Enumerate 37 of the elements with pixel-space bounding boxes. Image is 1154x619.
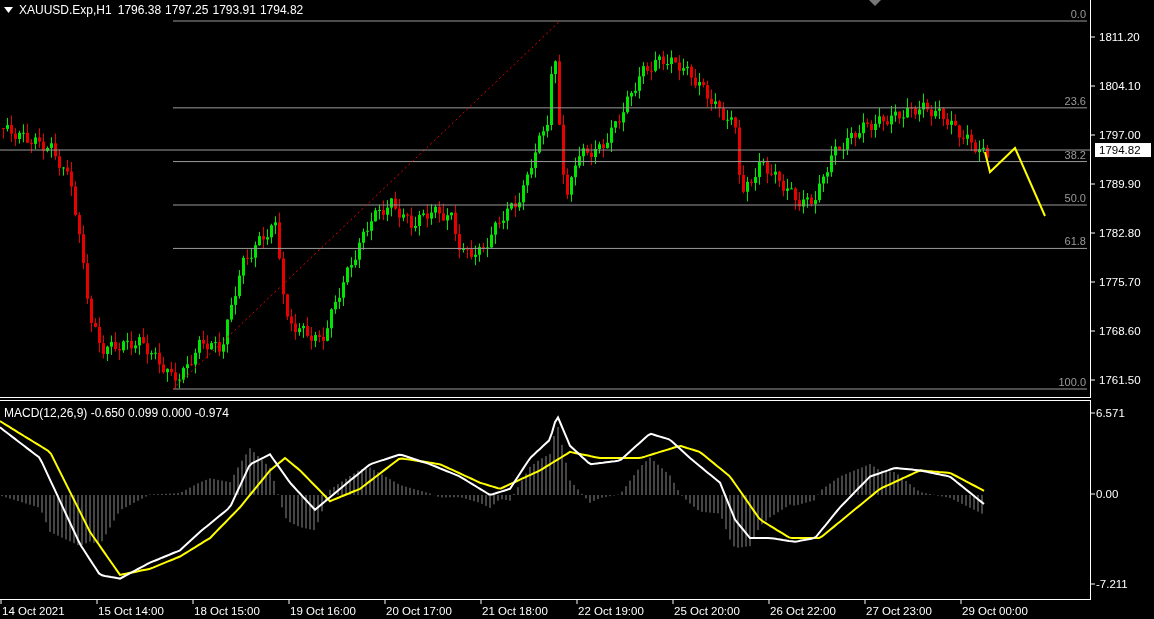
ohlc-value: 1797.25 [165,3,209,17]
shift-marker-icon [869,0,881,6]
macd-axis-label: 6.571 [1096,407,1125,419]
fib-level-label: 61.8 [1064,235,1086,248]
time-axis-label: 25 Oct 20:00 [674,605,740,617]
fib-level-label: 100.0 [1058,376,1086,388]
macd-axis-label: 0.00 [1096,488,1119,500]
current-price-label: 1794.82 [1095,143,1151,157]
price-axis-label: 1797.00 [1099,129,1141,141]
price-axis-label: 1768.60 [1099,325,1141,337]
macd-title: MACD(12,26,9) -0.650 0.099 0.000 -0.974 [4,406,229,420]
time-axis-label: 19 Oct 16:00 [290,605,356,617]
time-axis-label: 14 Oct 2021 [2,605,65,617]
fib-level-label: 38.2 [1064,148,1086,161]
price-axis-label: 1782.80 [1099,227,1141,239]
time-axis-label: 29 Oct 00:00 [962,605,1028,617]
price-axis-label: 1804.10 [1099,80,1141,92]
price-axis-label: 1761.50 [1099,374,1141,386]
time-axis-label: 26 Oct 22:00 [770,605,836,617]
price-axis-label: 1811.20 [1099,31,1140,43]
fib-level-label: 0.0 [1070,8,1086,20]
time-axis-label: 21 Oct 18:00 [482,605,548,617]
fib-level-label: 23.6 [1064,94,1086,107]
price-axis-label: 1775.70 [1099,276,1141,288]
ohlc-value: 1796.38 [117,3,162,17]
price-axis-label: 1789.90 [1099,178,1141,190]
time-axis-label: 20 Oct 17:00 [386,605,452,617]
ohlc-value: 1794.82 [259,3,304,17]
time-axis-label: 27 Oct 23:00 [866,605,932,617]
time-axis-label: 22 Oct 19:00 [578,605,644,617]
time-axis-label: 15 Oct 14:00 [98,605,164,617]
instrument-label: XAUUSD.Exp,H1 [19,3,112,17]
ohlc-value: 1793.91 [212,3,256,17]
fib-level-label: 50.0 [1064,192,1086,204]
time-axis-label: 18 Oct 15:00 [194,605,260,617]
macd-axis-label: -7.211 [1096,578,1128,590]
collapse-triangle-icon[interactable] [4,7,13,13]
